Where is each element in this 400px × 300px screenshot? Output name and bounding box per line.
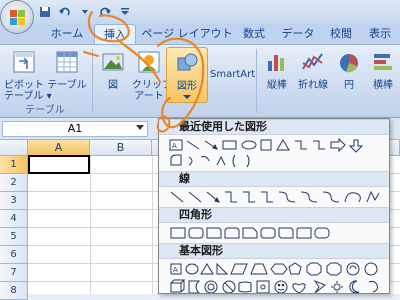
clipart-icon [138,51,160,73]
customize-qat-icon[interactable] [118,5,132,19]
row-header-7[interactable]: 7 [0,264,28,282]
svg-text:A: A [172,142,177,150]
group-divider [256,49,257,113]
section-recent-shapes: 最近使用した図形 [159,119,389,135]
column-header-a[interactable]: A [28,140,90,156]
row-header-1[interactable]: 1 [0,156,28,174]
svg-text:A: A [173,266,178,274]
tab-review[interactable]: 校閲 [324,24,358,44]
line-chart-icon [302,53,323,70]
column-chart-icon [268,55,284,71]
clipart-button[interactable]: クリップ アート [132,49,172,102]
column-header-b[interactable]: B [90,140,152,156]
save-icon[interactable] [38,5,52,19]
grid-line [152,156,153,294]
pie-chart-label: 円 [344,80,354,91]
group-divider [92,49,93,113]
office-button[interactable] [0,0,34,34]
table-button[interactable]: テーブル [46,49,88,91]
basic-shapes-row-2[interactable] [169,279,384,293]
quick-access-toolbar [38,4,132,20]
clipart-label: クリップ アート [132,80,172,102]
row-header-6[interactable]: 6 [0,246,28,264]
row-header-5[interactable]: 5 [0,228,28,246]
shapes-icon [177,53,198,71]
line-chart-button[interactable]: 折れ線 [294,49,332,91]
basic-shapes-row-1[interactable]: A [169,261,384,277]
bar-chart-button[interactable]: 横棒 [366,49,400,91]
chevron-down-icon[interactable] [78,5,92,19]
column-chart-button[interactable]: 縦棒 [260,49,294,91]
bar-chart-label: 横棒 [373,80,393,91]
recent-shapes-row-2[interactable] [169,153,289,169]
smartart-label: SmartArt [210,69,256,80]
section-lines: 線 [159,171,389,187]
office-logo-icon [10,10,17,17]
shapes-label: 図形 [177,81,197,92]
table-icon [56,51,78,73]
column-chart-label: 縦棒 [267,80,287,91]
grid-line [90,156,91,294]
office-logo-icon [18,18,25,25]
pivot-table-icon [13,51,35,73]
office-logo-icon [18,10,25,17]
active-cell-a1[interactable] [28,155,90,174]
smartart-button[interactable]: SmartArt [210,55,256,80]
picture-icon [102,53,124,71]
tab-page-layout[interactable]: ページ レイアウト [140,24,234,44]
redo-icon[interactable] [98,5,112,19]
row-header-4[interactable]: 4 [0,210,28,228]
section-basic-shapes: 基本図形 [159,243,389,259]
picture-label: 図 [108,80,118,91]
tab-insert[interactable]: 挿入 [94,24,136,44]
pivot-table-label: ピボット テーブル ▾ [4,80,52,102]
lines-row[interactable] [169,189,384,205]
section-rectangles: 四角形 [159,207,389,223]
picture-button[interactable]: 図 [96,49,130,91]
tab-data[interactable]: データ [278,24,318,44]
table-label: テーブル [47,80,87,91]
pie-chart-icon [340,54,358,73]
tab-view[interactable]: 表示 [362,24,398,44]
shapes-button[interactable]: 図形 [166,47,208,103]
shapes-gallery-dropdown: 最近使用した図形 A 線 四角形 基本図形 A [158,118,390,294]
group-label-table: テーブル [25,105,65,116]
select-all-corner[interactable] [0,140,28,156]
bar-chart-icon [374,54,392,70]
row-header-8[interactable]: 8 [0,282,28,300]
line-chart-label: 折れ線 [298,80,328,91]
tab-formulas[interactable]: 数式 [236,24,272,44]
chevron-down-icon[interactable] [136,125,144,130]
pie-chart-button[interactable]: 円 [334,49,364,91]
ribbon-tab-row: ホーム 挿入 ページ レイアウト 数式 データ 校閲 表示 [0,24,400,44]
row-header-3[interactable]: 3 [0,192,28,210]
recent-shapes-row[interactable]: A [169,137,384,153]
tab-home[interactable]: ホーム [42,24,92,44]
undo-icon[interactable] [58,5,72,19]
office-logo-icon [10,18,17,25]
rectangles-row[interactable] [169,225,369,241]
chevron-down-icon [183,95,191,99]
ribbon: ピボット テーブル ▾ テーブル テーブル 図 クリップ アート 図形 Smar… [0,44,400,118]
pivot-table-button[interactable]: ピボット テーブル ▾ [4,49,52,102]
name-box[interactable]: A1 [2,121,148,137]
row-header-2[interactable]: 2 [0,174,28,192]
